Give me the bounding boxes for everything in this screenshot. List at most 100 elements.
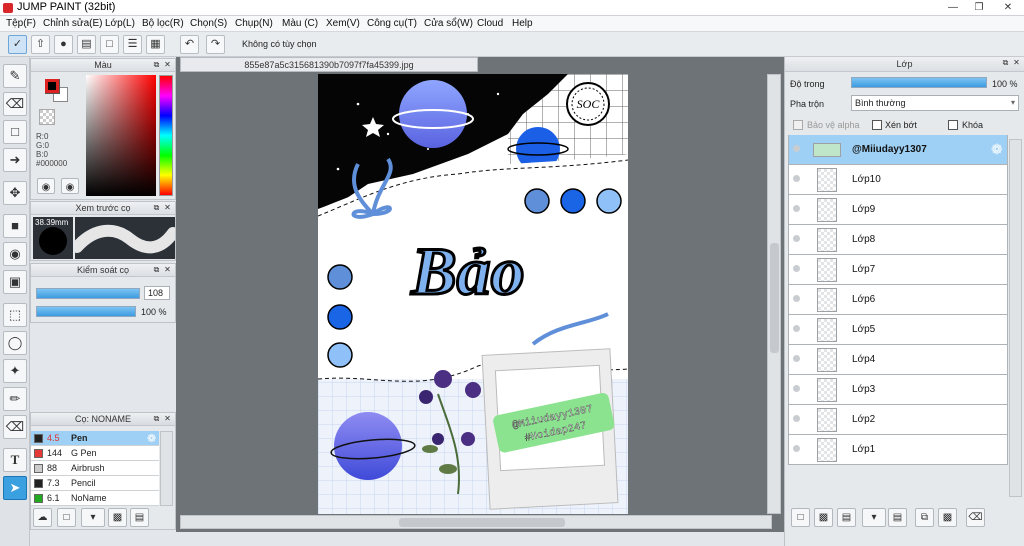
rect-select-tool-icon[interactable]: ⬚ bbox=[3, 303, 27, 327]
select-pen-tool-icon[interactable]: ✏ bbox=[3, 387, 27, 411]
visibility-icon[interactable] bbox=[793, 235, 800, 242]
move-tool-icon[interactable]: ✥ bbox=[3, 181, 27, 205]
brush-menu-icon[interactable]: ▾ bbox=[81, 508, 105, 527]
bucket-tool-icon[interactable]: ◉ bbox=[3, 242, 27, 266]
text-tool-icon[interactable]: T bbox=[3, 448, 27, 472]
close-icon[interactable]: ✕ bbox=[163, 203, 172, 212]
visibility-icon[interactable] bbox=[793, 355, 800, 362]
duplicate-layer-icon[interactable]: ⧉ bbox=[915, 508, 934, 527]
rectangle-tool-icon[interactable]: □ bbox=[3, 120, 27, 144]
layer-row[interactable]: Lớp3 bbox=[788, 375, 1008, 405]
visibility-icon[interactable] bbox=[793, 205, 800, 212]
layer-row[interactable]: Lớp10 bbox=[788, 165, 1008, 195]
menu-filter[interactable]: Bộ lọc(R) bbox=[142, 18, 184, 29]
detach-icon[interactable]: ⧉ bbox=[1001, 58, 1010, 67]
brush-copy-icon[interactable]: ▩ bbox=[108, 508, 127, 527]
brush-item-pen[interactable]: 4.5 Pen ❁ bbox=[31, 431, 159, 446]
new-raster-layer-icon[interactable]: ▩ bbox=[814, 508, 833, 527]
visibility-icon[interactable] bbox=[793, 415, 800, 422]
menu-help[interactable]: Help bbox=[512, 18, 533, 29]
add-layer-menu-icon[interactable]: ▾ bbox=[862, 508, 886, 527]
fill-rect-tool-icon[interactable]: ■ bbox=[3, 214, 27, 238]
visibility-icon[interactable] bbox=[793, 295, 800, 302]
mixer-icon[interactable]: ◉ bbox=[61, 178, 79, 194]
layer-folder-icon[interactable]: ▤ bbox=[888, 508, 907, 527]
blend-mode-select[interactable]: Bình thường ▾ bbox=[851, 95, 1019, 111]
brush-list-scrollbar[interactable] bbox=[160, 431, 173, 506]
brush-cloud-icon[interactable]: ☁ bbox=[33, 508, 52, 527]
menu-view[interactable]: Xem(V) bbox=[326, 18, 360, 29]
layer-row[interactable]: Lớp6 bbox=[788, 285, 1008, 315]
layer-row[interactable]: @Miiudayy1307 ❁ bbox=[788, 135, 1008, 165]
close-icon[interactable]: ✕ bbox=[163, 414, 172, 423]
line-tool-icon[interactable]: ➜ bbox=[3, 148, 27, 172]
lock-checkbox[interactable] bbox=[948, 120, 958, 130]
brush-item-airbrush[interactable]: 88 Airbrush bbox=[31, 461, 159, 476]
brush-item-gpen[interactable]: 144 G Pen bbox=[31, 446, 159, 461]
eraser-tool-icon[interactable]: ⌫ bbox=[3, 92, 27, 116]
trash-icon[interactable]: ⌫ bbox=[966, 508, 985, 527]
magic-wand-tool-icon[interactable]: ✦ bbox=[3, 359, 27, 383]
brush-size-slider[interactable] bbox=[36, 288, 140, 299]
menu-cloud[interactable]: Cloud bbox=[477, 18, 503, 29]
close-window-button[interactable]: ✕ bbox=[994, 0, 1022, 15]
new-brush-icon[interactable]: □ bbox=[57, 508, 76, 527]
merge-layer-icon[interactable]: ▩ bbox=[938, 508, 957, 527]
operation-tool-icon[interactable]: ➤ bbox=[3, 476, 27, 500]
menu-tools[interactable]: Công cụ(T) bbox=[367, 18, 417, 29]
brush-item-pencil[interactable]: 7.3 Pencil bbox=[31, 476, 159, 491]
layer-row[interactable]: Lớp4 bbox=[788, 345, 1008, 375]
detach-icon[interactable]: ⧉ bbox=[152, 265, 161, 274]
menu-select[interactable]: Chọn(S) bbox=[190, 18, 227, 29]
export-icon[interactable]: ⇧ bbox=[31, 35, 50, 54]
layer-row[interactable]: Lớp8 bbox=[788, 225, 1008, 255]
menu-color[interactable]: Màu (C) bbox=[282, 18, 318, 29]
palette-icon[interactable]: ◉ bbox=[37, 178, 55, 194]
layer-row[interactable]: Lớp9 bbox=[788, 195, 1008, 225]
visibility-icon[interactable] bbox=[793, 445, 800, 452]
document-tab[interactable]: 855e87a5c315681390b7097f7fa45399.jpg bbox=[180, 57, 478, 72]
layer-row[interactable]: Lớp1 bbox=[788, 435, 1008, 465]
visibility-icon[interactable] bbox=[793, 325, 800, 332]
folder-icon[interactable]: ▤ bbox=[130, 508, 149, 527]
layer-row[interactable]: Lớp5 bbox=[788, 315, 1008, 345]
page-icon[interactable]: □ bbox=[100, 35, 119, 54]
list-icon[interactable]: ☰ bbox=[123, 35, 142, 54]
detach-icon[interactable]: ⧉ bbox=[152, 203, 161, 212]
new-layer-icon[interactable]: □ bbox=[791, 508, 810, 527]
close-icon[interactable]: ✕ bbox=[163, 60, 172, 69]
lasso-tool-icon[interactable]: ◯ bbox=[3, 331, 27, 355]
menu-window[interactable]: Cửa sổ(W) bbox=[424, 18, 473, 29]
layer-row[interactable]: Lớp2 bbox=[788, 405, 1008, 435]
redo-icon[interactable]: ↷ bbox=[206, 35, 225, 54]
undo-icon[interactable]: ↶ bbox=[180, 35, 199, 54]
select-eraser-tool-icon[interactable]: ⌫ bbox=[3, 415, 27, 439]
new-text-layer-icon[interactable]: ▤ bbox=[837, 508, 856, 527]
menu-file[interactable]: Tệp(F) bbox=[6, 18, 36, 29]
alpha-protect-checkbox[interactable] bbox=[793, 120, 803, 130]
visibility-icon[interactable] bbox=[793, 145, 800, 152]
transparent-swatch[interactable] bbox=[39, 109, 55, 125]
brush-item-noname[interactable]: 6.1 NoName bbox=[31, 491, 159, 506]
layer-opacity-slider[interactable] bbox=[851, 77, 987, 88]
artwork-canvas[interactable]: SOC Bảo @Miiudayy1307 #Hoidap247 bbox=[318, 74, 628, 514]
canvas-horizontal-scrollbar[interactable] bbox=[180, 515, 772, 529]
check-icon[interactable]: ✓ bbox=[8, 35, 27, 54]
minimize-button[interactable]: — bbox=[940, 0, 966, 15]
restore-button[interactable]: ❐ bbox=[966, 0, 992, 15]
layer-row[interactable]: Lớp7 bbox=[788, 255, 1008, 285]
saturation-value-picker[interactable] bbox=[86, 75, 156, 196]
comment-icon[interactable]: ▤ bbox=[77, 35, 96, 54]
hue-slider[interactable] bbox=[159, 75, 173, 196]
detach-icon[interactable]: ⧉ bbox=[152, 414, 161, 423]
canvas-vertical-scrollbar[interactable] bbox=[767, 74, 781, 514]
gear-icon[interactable]: ❁ bbox=[147, 432, 156, 445]
visibility-icon[interactable] bbox=[793, 175, 800, 182]
clip-checkbox[interactable] bbox=[872, 120, 882, 130]
close-icon[interactable]: ✕ bbox=[163, 265, 172, 274]
menu-edit[interactable]: Chỉnh sửa(E) bbox=[43, 18, 103, 29]
gradient-tool-icon[interactable]: ▣ bbox=[3, 270, 27, 294]
brush-size-value[interactable]: 108 bbox=[144, 286, 170, 300]
menu-layer[interactable]: Lớp(L) bbox=[105, 18, 135, 29]
close-icon[interactable]: ✕ bbox=[1012, 58, 1021, 67]
